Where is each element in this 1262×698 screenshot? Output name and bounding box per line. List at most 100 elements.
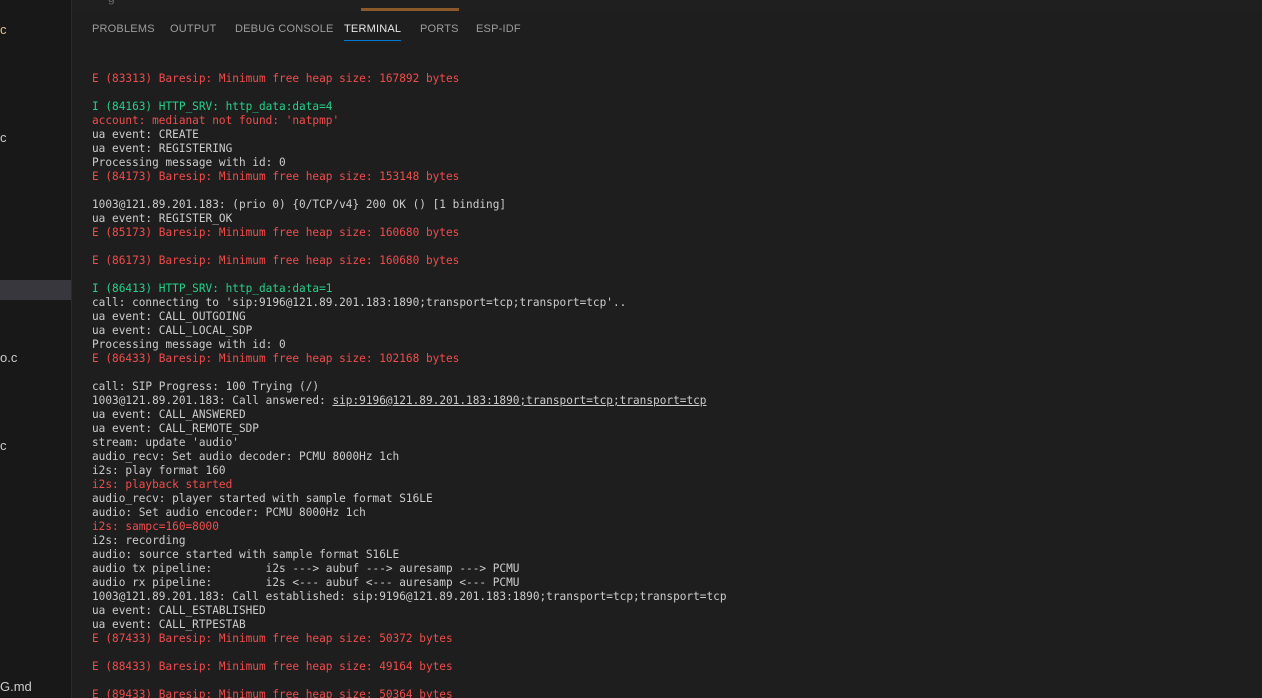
explorer-file-item[interactable]: c — [0, 436, 71, 456]
terminal-line-text: audio tx pipeline: i2s ---> aubuf ---> a… — [92, 562, 520, 575]
terminal-line-text: Processing message with id: 0 — [92, 156, 286, 169]
terminal-line-text: E (85173) Baresip: Minimum free heap siz… — [92, 226, 460, 239]
terminal-line-text: i2s: sampc=160=8000 — [92, 520, 219, 533]
terminal-line: E (87433) Baresip: Minimum free heap siz… — [92, 632, 1252, 646]
terminal-line: account: medianat not found: 'natpmp' — [92, 114, 1252, 128]
active-editor-tab-indicator — [361, 8, 459, 11]
terminal-line-text: stream: update 'audio' — [92, 436, 239, 449]
terminal-line: E (88433) Baresip: Minimum free heap siz… — [92, 660, 1252, 674]
terminal-line-text: E (89433) Baresip: Minimum free heap siz… — [92, 688, 453, 698]
terminal-line-text: ua event: CALL_ANSWERED — [92, 408, 246, 421]
terminal-line-text: call: connecting to 'sip:9196@121.89.201… — [92, 296, 627, 309]
terminal-line: E (85173) Baresip: Minimum free heap siz… — [92, 226, 1252, 240]
terminal-line: ua event: CALL_ESTABLISHED — [92, 604, 1252, 618]
terminal-line-text: ua event: REGISTER_OK — [92, 212, 233, 225]
terminal-line: audio: Set audio encoder: PCMU 8000Hz 1c… — [92, 506, 1252, 520]
terminal-line-text: audio: source started with sample format… — [92, 548, 400, 561]
explorer-file-item[interactable]: o.c — [0, 348, 71, 368]
terminal-line-text: audio_recv: Set audio decoder: PCMU 8000… — [92, 450, 400, 463]
terminal-line-text: E (86173) Baresip: Minimum free heap siz… — [92, 254, 460, 267]
terminal-line: stream: update 'audio' — [92, 436, 1252, 450]
terminal-line-text: E (84173) Baresip: Minimum free heap siz… — [92, 170, 460, 183]
partial-tab-label: g — [108, 0, 115, 5]
terminal-line-text: ua event: CALL_RTPESTAB — [92, 618, 246, 631]
terminal-line: E (84173) Baresip: Minimum free heap siz… — [92, 170, 1252, 184]
explorer-file-item[interactable]: G.md — [0, 677, 71, 697]
terminal-line: i2s: sampc=160=8000 — [92, 520, 1252, 534]
terminal-line: audio tx pipeline: i2s ---> aubuf ---> a… — [92, 562, 1252, 576]
tab-output[interactable]: OUTPUT — [170, 23, 216, 35]
terminal-line-text: 1003@121.89.201.183: Call answered: — [92, 394, 333, 407]
terminal-line-text: ua event: CALL_REMOTE_SDP — [92, 422, 259, 435]
terminal-line: ua event: CALL_OUTGOING — [92, 310, 1252, 324]
terminal-line-text: 1003@121.89.201.183: (prio 0) {0/TCP/v4}… — [92, 198, 507, 211]
terminal-line-text: account: medianat not found: 'natpmp' — [92, 114, 340, 127]
terminal-line: E (86173) Baresip: Minimum free heap siz… — [92, 254, 1252, 268]
terminal-line: i2s: playback started — [92, 478, 1252, 492]
tab-debug-console[interactable]: DEBUG CONSOLE — [235, 23, 334, 35]
terminal-line: E (89433) Baresip: Minimum free heap siz… — [92, 688, 1252, 698]
terminal-line: audio: source started with sample format… — [92, 548, 1252, 562]
terminal-line: ua event: REGISTER_OK — [92, 212, 1252, 226]
terminal-line-text: ua event: CALL_OUTGOING — [92, 310, 246, 323]
terminal-line: audio rx pipeline: i2s <--- aubuf <--- a… — [92, 576, 1252, 590]
terminal-line: call: connecting to 'sip:9196@121.89.201… — [92, 296, 1252, 310]
terminal-line: 1003@121.89.201.183: (prio 0) {0/TCP/v4}… — [92, 198, 1252, 212]
terminal-line-text: ua event: REGISTERING — [92, 142, 233, 155]
tab-problems[interactable]: PROBLEMS — [92, 23, 155, 35]
explorer-file-item[interactable] — [0, 280, 71, 300]
terminal-line: I (84163) HTTP_SRV: http_data:data=4 — [92, 100, 1252, 114]
explorer-file-item[interactable]: c — [0, 20, 71, 40]
tab-ports[interactable]: PORTS — [420, 23, 459, 35]
explorer-sidebar: c c o.c c G.md — [0, 0, 72, 698]
terminal-line-text: E (86433) Baresip: Minimum free heap siz… — [92, 352, 460, 365]
terminal-line: Processing message with id: 0 — [92, 338, 1252, 352]
explorer-file-item[interactable]: c — [0, 128, 71, 148]
terminal-line: audio_recv: player started with sample f… — [92, 492, 1252, 506]
terminal-line-text: Processing message with id: 0 — [92, 338, 286, 351]
terminal-line: call: SIP Progress: 100 Trying (/) — [92, 380, 1252, 394]
terminal-line-text: i2s: play format 160 — [92, 464, 226, 477]
terminal-line-text: I (86413) HTTP_SRV: http_data:data=1 — [92, 282, 333, 295]
terminal-line-text: call: SIP Progress: 100 Trying (/) — [92, 380, 320, 393]
terminal-line: i2s: recording — [92, 534, 1252, 548]
terminal-line-text: i2s: recording — [92, 534, 186, 547]
terminal-line-text: 1003@121.89.201.183: Call established: s… — [92, 590, 727, 603]
terminal-line-text: I (84163) HTTP_SRV: http_data:data=4 — [92, 100, 333, 113]
terminal-line: Processing message with id: 0 — [92, 156, 1252, 170]
terminal-line: ua event: REGISTERING — [92, 142, 1252, 156]
terminal-line-text: ua event: CALL_ESTABLISHED — [92, 604, 266, 617]
terminal-line: ua event: CREATE — [92, 128, 1252, 142]
terminal-line-text: i2s: playback started — [92, 478, 233, 491]
terminal-line: E (83313) Baresip: Minimum free heap siz… — [92, 72, 1252, 86]
terminal-line: E (86433) Baresip: Minimum free heap siz… — [92, 352, 1252, 366]
panel-tab-bar: PROBLEMS OUTPUT DEBUG CONSOLE TERMINAL PORTS… — [72, 12, 1262, 48]
terminal-line-text: E (87433) Baresip: Minimum free heap siz… — [92, 632, 453, 645]
terminal-line: i2s: play format 160 — [92, 464, 1252, 478]
tab-esp-idf[interactable]: ESP-IDF — [476, 23, 521, 35]
terminal-line: 1003@121.89.201.183: Call answered: sip:… — [92, 394, 1252, 408]
terminal-line: ua event: CALL_LOCAL_SDP — [92, 324, 1252, 338]
terminal-line-text: audio_recv: player started with sample f… — [92, 492, 433, 505]
terminal-line: I (86413) HTTP_SRV: http_data:data=1 — [92, 282, 1252, 296]
terminal-line-text: audio rx pipeline: i2s <--- aubuf <--- a… — [92, 576, 520, 589]
terminal-line-text: ua event: CALL_LOCAL_SDP — [92, 324, 253, 337]
terminal-line: audio_recv: Set audio decoder: PCMU 8000… — [92, 450, 1252, 464]
terminal-link[interactable]: sip:9196@121.89.201.183:1890;transport=t… — [332, 394, 706, 407]
tab-terminal[interactable]: TERMINAL — [344, 23, 402, 41]
terminal-line: ua event: CALL_ANSWERED — [92, 408, 1252, 422]
terminal-line-text: E (83313) Baresip: Minimum free heap siz… — [92, 72, 460, 85]
terminal-line: 1003@121.89.201.183: Call established: s… — [92, 590, 1252, 604]
terminal-line-text: ua event: CREATE — [92, 128, 199, 141]
terminal-output[interactable]: E (83313) Baresip: Minimum free heap siz… — [92, 72, 1252, 698]
terminal-line-text: audio: Set audio encoder: PCMU 8000Hz 1c… — [92, 506, 366, 519]
terminal-line: ua event: CALL_REMOTE_SDP — [92, 422, 1252, 436]
terminal-line-text: E (88433) Baresip: Minimum free heap siz… — [92, 660, 453, 673]
